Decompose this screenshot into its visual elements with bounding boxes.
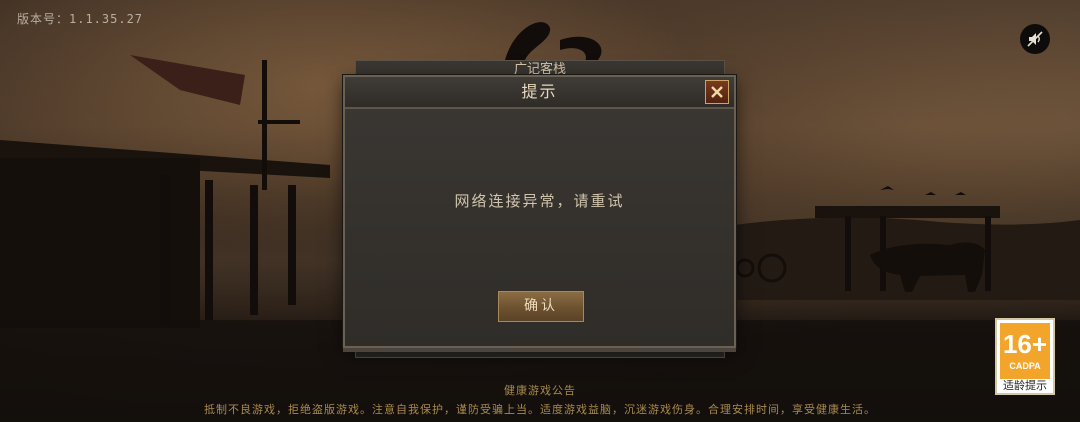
sound-muted-icon	[1027, 31, 1043, 47]
close-icon	[711, 86, 723, 98]
dialog-message: 网络连接异常，请重试	[454, 192, 625, 210]
age-rating-label: 适龄提示	[1003, 379, 1047, 392]
close-button[interactable]	[705, 80, 729, 104]
age-rating-panel: 16+ CADPA	[1000, 323, 1050, 379]
mute-button[interactable]	[1020, 24, 1050, 54]
health-notice-title: 健康游戏公告	[504, 384, 576, 397]
confirm-button[interactable]: 确认	[498, 291, 584, 322]
health-notice-text: 抵制不良游戏，拒绝盗版游戏。注意自我保护，谨防受骗上当。适度游戏益脑，沉迷游戏伤…	[204, 403, 876, 416]
version-label: 版本号：1.1.35.27	[17, 12, 144, 26]
dialog-title: 提示	[521, 82, 558, 101]
age-rating-number: 16+	[1002, 329, 1048, 359]
age-rating-badge[interactable]: 16+ CADPA 适龄提示	[995, 318, 1055, 395]
alert-dialog: 提示 网络连接异常，请重试 确认	[343, 75, 736, 348]
age-rating-org: CADPA	[1009, 361, 1041, 371]
dialog-footer-edge	[343, 348, 736, 352]
